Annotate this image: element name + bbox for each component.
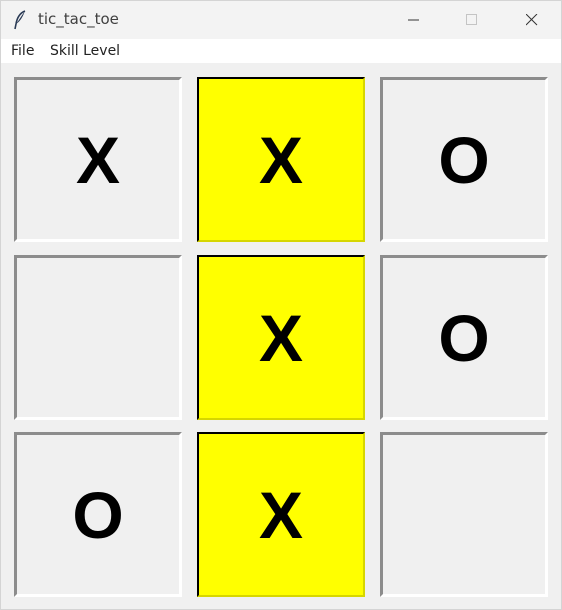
cell-2[interactable]: O — [380, 77, 548, 242]
cell-mark: O — [438, 300, 490, 375]
feather-icon — [14, 10, 26, 30]
maximize-icon — [466, 14, 477, 25]
title-bar[interactable]: tic_tac_toe — [1, 1, 561, 39]
game-board: X X O X O O X — [1, 63, 561, 609]
close-icon — [526, 14, 538, 26]
maximize-button[interactable] — [443, 1, 501, 39]
cell-6[interactable]: O — [14, 432, 182, 597]
cell-4[interactable]: X — [197, 255, 365, 420]
cell-8[interactable] — [380, 432, 548, 597]
cell-mark: X — [258, 300, 304, 375]
cell-0[interactable]: X — [14, 77, 182, 242]
cell-mark: X — [75, 122, 121, 197]
cell-mark: X — [258, 122, 304, 197]
close-button[interactable] — [503, 1, 561, 39]
cell-5[interactable]: O — [380, 255, 548, 420]
menu-file[interactable]: File — [11, 43, 34, 59]
cell-mark: X — [258, 477, 304, 552]
app-window: tic_tac_toe File Skill Level X X O X O O… — [0, 0, 562, 610]
cell-mark: O — [72, 477, 124, 552]
menu-skill-level[interactable]: Skill Level — [50, 43, 120, 59]
cell-7[interactable]: X — [197, 432, 365, 597]
cell-mark: O — [438, 122, 490, 197]
menu-bar: File Skill Level — [1, 39, 561, 63]
cell-3[interactable] — [14, 255, 182, 420]
minimize-icon — [408, 19, 419, 21]
cell-1[interactable]: X — [197, 77, 365, 242]
window-title: tic_tac_toe — [38, 10, 119, 28]
minimize-button[interactable] — [385, 1, 443, 39]
